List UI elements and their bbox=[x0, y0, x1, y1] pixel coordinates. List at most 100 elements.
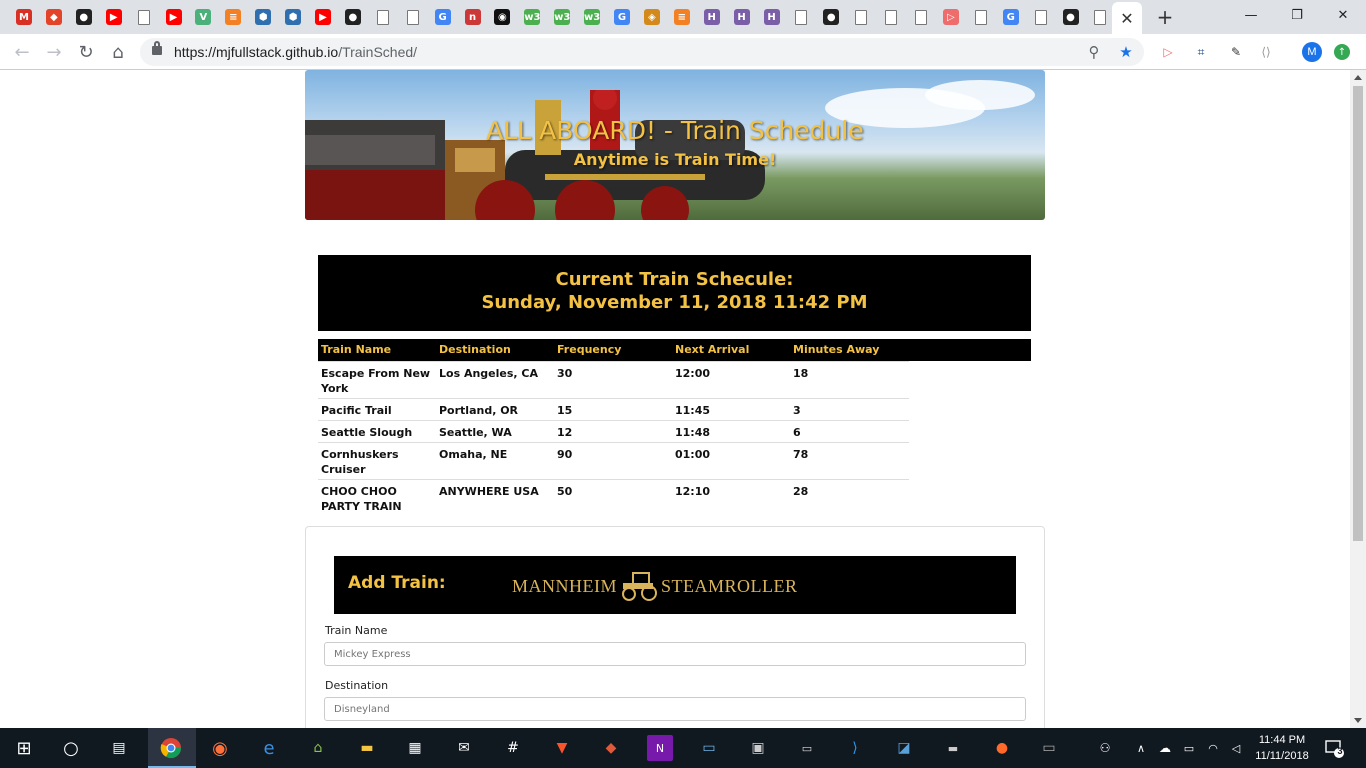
browser-tab[interactable]: ▶ bbox=[309, 4, 337, 30]
scroll-up-arrow-icon[interactable] bbox=[1354, 75, 1362, 80]
screencast-extension-icon[interactable]: ▷ bbox=[1158, 42, 1178, 62]
browser-tab[interactable]: G bbox=[997, 4, 1025, 30]
browser-tab[interactable]: w3 bbox=[578, 4, 606, 30]
scroll-down-arrow-icon[interactable] bbox=[1354, 718, 1362, 723]
browser-tab[interactable]: ≡ bbox=[219, 4, 247, 30]
browser-tab[interactable] bbox=[1086, 4, 1114, 30]
mysql-shell-icon[interactable]: ▬ bbox=[940, 735, 966, 761]
close-tab-icon[interactable]: ✕ bbox=[1120, 9, 1133, 28]
minimize-icon[interactable]: — bbox=[1228, 0, 1274, 30]
youtube-icon: ▶ bbox=[165, 9, 182, 25]
github-icon: ● bbox=[823, 9, 840, 25]
window-close-icon[interactable]: ✕ bbox=[1320, 0, 1366, 30]
restore-icon[interactable]: ❐ bbox=[1274, 0, 1320, 30]
search-cortana-icon[interactable]: ○ bbox=[58, 735, 84, 761]
browser-tab[interactable]: n bbox=[459, 4, 487, 30]
browser-tab[interactable] bbox=[907, 4, 935, 30]
browser-tab[interactable]: H bbox=[758, 4, 786, 30]
scroll-thumb[interactable] bbox=[1353, 86, 1363, 541]
mail-icon[interactable]: ✉ bbox=[451, 735, 477, 761]
bracket-extension-icon[interactable]: ⟨⟩ bbox=[1256, 42, 1276, 62]
new-tab-button[interactable]: + bbox=[1152, 4, 1178, 30]
browser-tab[interactable]: ◉ bbox=[488, 4, 516, 30]
forward-icon[interactable]: → bbox=[40, 38, 68, 66]
firefox-icon[interactable]: ◉ bbox=[207, 735, 233, 761]
battery-icon[interactable]: ▭ bbox=[1176, 735, 1202, 761]
url-host: https://mjfullstack.github.io bbox=[174, 44, 339, 60]
file-explorer-icon[interactable]: ▬ bbox=[354, 735, 380, 761]
cell-train-name: Cornhuskers Cruiser bbox=[318, 441, 436, 479]
browser-tab[interactable]: M bbox=[10, 4, 38, 30]
browser-tab[interactable]: ▷ bbox=[937, 4, 965, 30]
show-hidden-icons[interactable]: ∧ bbox=[1128, 735, 1154, 761]
profile-avatar[interactable]: M bbox=[1302, 42, 1322, 62]
edge-icon[interactable]: e bbox=[256, 735, 282, 761]
app-icon[interactable]: ⌂ bbox=[305, 735, 331, 761]
hackerrank-icon: H bbox=[763, 9, 780, 25]
browser-tab[interactable] bbox=[1027, 4, 1055, 30]
browser-tab[interactable]: ● bbox=[70, 4, 98, 30]
browser-tab[interactable]: ⬢ bbox=[279, 4, 307, 30]
destination-input[interactable] bbox=[324, 697, 1026, 721]
browser-tab[interactable]: V bbox=[189, 4, 217, 30]
windows-start-icon[interactable]: ⊞ bbox=[11, 735, 37, 761]
postman-icon[interactable]: ● bbox=[989, 735, 1015, 761]
col-destination: Destination bbox=[436, 339, 554, 361]
home-icon[interactable]: ⌂ bbox=[104, 38, 132, 66]
browser-tab[interactable] bbox=[967, 4, 995, 30]
onenote-icon[interactable]: N bbox=[647, 735, 673, 761]
browser-tab[interactable]: ⬢ bbox=[249, 4, 277, 30]
address-bar[interactable]: https://mjfullstack.github.io/TrainSched… bbox=[140, 38, 1144, 66]
task-view-icon[interactable]: ▤ bbox=[106, 735, 132, 761]
monitor-icon[interactable]: ▣ bbox=[745, 735, 771, 761]
brave-icon[interactable]: ▼ bbox=[549, 735, 575, 761]
browser-tab[interactable]: ● bbox=[339, 4, 367, 30]
action-center-icon[interactable]: 3 bbox=[1324, 738, 1344, 758]
chrome-taskbar-icon[interactable] bbox=[158, 735, 184, 761]
picker-extension-icon[interactable]: ✎ bbox=[1226, 42, 1246, 62]
zoom-search-icon[interactable]: ⚲ bbox=[1084, 42, 1104, 62]
crop-extension-icon[interactable]: ⌗ bbox=[1191, 42, 1211, 62]
browser-tab[interactable]: ◈ bbox=[638, 4, 666, 30]
back-icon[interactable]: ← bbox=[8, 38, 36, 66]
terminal-icon[interactable]: ▭ bbox=[794, 735, 820, 761]
browser-tab[interactable]: G bbox=[608, 4, 636, 30]
messaging-icon[interactable]: ▭ bbox=[696, 735, 722, 761]
browser-tab[interactable]: ▶ bbox=[160, 4, 188, 30]
browser-tab[interactable]: ● bbox=[817, 4, 845, 30]
browser-tab[interactable]: w3 bbox=[548, 4, 576, 30]
google-icon: G bbox=[1002, 9, 1019, 25]
vscode-icon[interactable]: ⟩ bbox=[842, 735, 868, 761]
browser-tab[interactable]: ◆ bbox=[40, 4, 68, 30]
browser-tab[interactable]: H bbox=[728, 4, 756, 30]
browser-tab[interactable] bbox=[399, 4, 427, 30]
update-icon[interactable]: ↑ bbox=[1334, 44, 1350, 60]
url-text[interactable]: https://mjfullstack.github.io/TrainSched… bbox=[174, 44, 417, 60]
page-scrollbar[interactable] bbox=[1350, 70, 1366, 728]
browser-tab[interactable]: G bbox=[429, 4, 457, 30]
slack-icon[interactable]: # bbox=[500, 735, 526, 761]
browser-tab[interactable] bbox=[877, 4, 905, 30]
cell-destination: Omaha, NE bbox=[436, 441, 554, 479]
train-name-input[interactable] bbox=[324, 642, 1026, 666]
browser-tab[interactable]: ≡ bbox=[668, 4, 696, 30]
reload-icon[interactable]: ↻ bbox=[72, 38, 100, 66]
browser-tab[interactable]: ▶ bbox=[100, 4, 128, 30]
bookmark-star-icon[interactable]: ★ bbox=[1116, 42, 1136, 62]
cell-next-arrival: 12:10 bbox=[672, 478, 790, 516]
browser-tab[interactable] bbox=[369, 4, 397, 30]
active-tab[interactable]: ✕ bbox=[1112, 2, 1142, 34]
system-clock[interactable]: 11:44 PM 11/11/2018 bbox=[1246, 732, 1318, 764]
browser-tab[interactable] bbox=[787, 4, 815, 30]
browser-tab[interactable]: H bbox=[698, 4, 726, 30]
store-icon[interactable]: ▦ bbox=[402, 735, 428, 761]
mysql-workbench-icon[interactable]: ◪ bbox=[891, 735, 917, 761]
browser-tab[interactable]: ● bbox=[1057, 4, 1085, 30]
people-icon[interactable]: ⚇ bbox=[1092, 735, 1118, 761]
browser-tab[interactable] bbox=[130, 4, 158, 30]
onedrive-icon[interactable]: ☁ bbox=[1152, 735, 1178, 761]
app-window-icon[interactable]: ▭ bbox=[1036, 735, 1062, 761]
browser-tab[interactable]: w3 bbox=[518, 4, 546, 30]
browser-tab[interactable] bbox=[847, 4, 875, 30]
git-icon[interactable]: ◆ bbox=[598, 735, 624, 761]
